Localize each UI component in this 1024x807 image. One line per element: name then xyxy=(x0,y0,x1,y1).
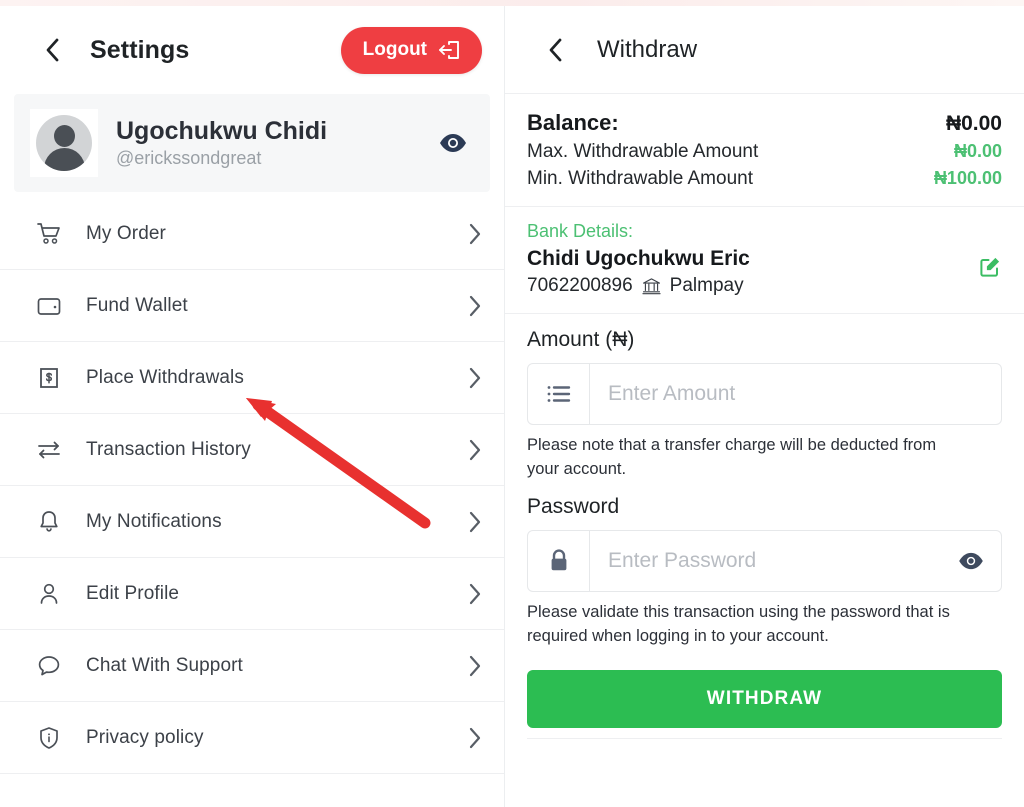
page-title: Withdraw xyxy=(597,35,698,63)
settings-header: Settings Logout xyxy=(0,6,504,94)
money-bill-icon xyxy=(34,363,64,393)
max-withdrawable-row: Max. Withdrawable Amount ₦0.00 xyxy=(527,141,1002,163)
chevron-left-icon[interactable] xyxy=(40,37,66,63)
profile-handle: @erickssondgreat xyxy=(116,148,262,168)
lock-icon xyxy=(528,531,590,592)
logout-button-label: Logout xyxy=(362,39,427,60)
settings-menu: My Order Fund Wallet Place Withdrawals T… xyxy=(0,198,504,774)
sidebar-item-my-order[interactable]: My Order xyxy=(0,198,504,270)
withdraw-form: Amount (₦) Please note that a transfer c… xyxy=(505,314,1024,740)
withdraw-panel: Withdraw Balance: ₦0.00 Max. Withdrawabl… xyxy=(505,0,1024,807)
sidebar-item-label: Fund Wallet xyxy=(86,294,188,316)
sidebar-item-label: My Notifications xyxy=(86,510,222,532)
sidebar-item-label: My Order xyxy=(86,222,166,244)
settings-panel: Settings Logout Ugochukwu Chidi @erickss… xyxy=(0,0,505,807)
bell-icon xyxy=(34,507,64,537)
password-input-wrapper xyxy=(527,530,1002,593)
amount-label: Amount (₦) xyxy=(527,328,635,352)
logout-arrow-icon xyxy=(438,40,460,60)
balance-section: Balance: ₦0.00 Max. Withdrawable Amount … xyxy=(505,94,1024,207)
chevron-right-icon xyxy=(468,655,482,677)
chevron-right-icon xyxy=(468,727,482,749)
profile-text: Ugochukwu Chidi @erickssondgreat xyxy=(116,117,327,170)
min-withdrawable-label: Min. Withdrawable Amount xyxy=(527,168,753,189)
max-withdrawable-label: Max. Withdrawable Amount xyxy=(527,141,759,162)
sidebar-item-edit-profile[interactable]: Edit Profile xyxy=(0,558,504,630)
shield-info-icon xyxy=(34,723,64,753)
sidebar-item-label: Place Withdrawals xyxy=(86,366,244,388)
amount-helper-text: Please note that a transfer charge will … xyxy=(527,436,937,478)
max-withdrawable-value: ₦0.00 xyxy=(953,141,1002,161)
sidebar-item-place-withdrawals[interactable]: Place Withdrawals xyxy=(0,342,504,414)
profile-name: Ugochukwu Chidi xyxy=(116,116,328,145)
avatar-frame xyxy=(30,109,98,177)
chat-bubble-icon xyxy=(34,651,64,681)
sidebar-item-chat-with-support[interactable]: Chat With Support xyxy=(0,630,504,702)
sidebar-item-transaction-history[interactable]: Transaction History xyxy=(0,414,504,486)
edit-square-icon[interactable] xyxy=(978,255,1002,279)
bank-details-section: Bank Details: Chidi Ugochukwu Eric 70622… xyxy=(505,207,1024,315)
sidebar-item-label: Privacy policy xyxy=(86,726,204,748)
user-avatar-icon xyxy=(36,115,92,171)
bank-account-row: 7062200896 Palmpay xyxy=(527,275,1002,297)
password-label: Password xyxy=(527,495,620,519)
shopping-cart-icon xyxy=(34,219,64,249)
eye-icon[interactable] xyxy=(438,132,468,154)
sidebar-item-fund-wallet[interactable]: Fund Wallet xyxy=(0,270,504,342)
bank-details-title: Bank Details: xyxy=(527,221,634,241)
balance-value: ₦0.00 xyxy=(945,112,1002,135)
bank-account-number: 7062200896 xyxy=(527,275,633,297)
wallet-icon xyxy=(34,291,64,321)
list-icon xyxy=(528,364,590,425)
top-decorative-strip xyxy=(0,0,1024,6)
person-icon xyxy=(34,579,64,609)
chevron-right-icon xyxy=(468,295,482,317)
min-withdrawable-row: Min. Withdrawable Amount ₦100.00 xyxy=(527,168,1002,190)
bank-building-icon xyxy=(642,277,661,296)
withdraw-submit-button[interactable]: WITHDRAW xyxy=(527,670,1002,729)
password-helper-text: Please validate this transaction using t… xyxy=(527,603,950,645)
withdraw-header: Withdraw xyxy=(505,6,1024,94)
transfer-arrows-icon xyxy=(34,435,64,465)
bank-name: Palmpay xyxy=(669,275,744,297)
chevron-left-icon[interactable] xyxy=(543,37,569,63)
profile-card[interactable]: Ugochukwu Chidi @erickssondgreat xyxy=(14,94,490,192)
bottom-divider xyxy=(527,738,1002,740)
balance-row: Balance: ₦0.00 xyxy=(527,110,1002,136)
sidebar-item-label: Chat With Support xyxy=(86,654,243,676)
min-withdrawable-value: ₦100.00 xyxy=(933,168,1002,188)
chevron-right-icon xyxy=(468,367,482,389)
chevron-right-icon xyxy=(468,511,482,533)
amount-input-wrapper xyxy=(527,363,1002,426)
sidebar-item-privacy-policy[interactable]: Privacy policy xyxy=(0,702,504,774)
sidebar-item-my-notifications[interactable]: My Notifications xyxy=(0,486,504,558)
chevron-right-icon xyxy=(468,223,482,245)
chevron-right-icon xyxy=(468,583,482,605)
balance-label: Balance: xyxy=(527,110,619,135)
app-screen: Settings Logout Ugochukwu Chidi @erickss… xyxy=(0,0,1024,807)
password-input[interactable] xyxy=(590,531,941,592)
sidebar-item-label: Edit Profile xyxy=(86,582,180,604)
eye-icon[interactable] xyxy=(941,531,1001,591)
bank-account-name: Chidi Ugochukwu Eric xyxy=(527,247,750,270)
page-title: Settings xyxy=(90,35,190,64)
sidebar-item-label: Transaction History xyxy=(86,438,251,460)
chevron-right-icon xyxy=(468,439,482,461)
logout-button[interactable]: Logout xyxy=(340,26,482,74)
amount-input[interactable] xyxy=(590,364,1001,425)
